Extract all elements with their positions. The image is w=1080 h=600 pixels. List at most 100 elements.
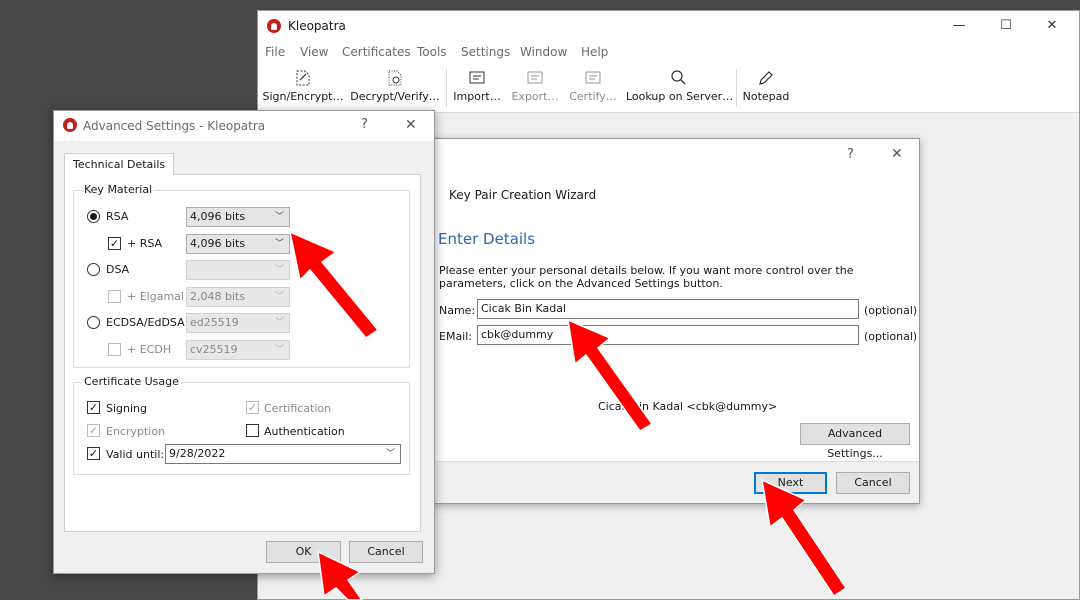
chevron-down-icon: ﹀ <box>274 292 284 302</box>
chevron-down-icon: ﹀ <box>274 318 284 328</box>
dsa-radio[interactable] <box>87 263 100 276</box>
menu-window[interactable]: Window <box>520 45 567 59</box>
tab-technical-details[interactable]: Technical Details <box>64 153 175 175</box>
export-icon <box>527 71 543 84</box>
ok-button[interactable]: OK <box>266 541 341 563</box>
main-titlebar: Kleopatra — ☐ ✕ <box>258 11 1079 41</box>
advanced-title: Advanced Settings - Kleopatra <box>83 119 266 133</box>
ecdh-curve-value: cv25519 <box>190 343 238 356</box>
wizard-title: Key Pair Creation Wizard <box>449 188 597 202</box>
wizard-help-button[interactable]: ? <box>847 147 854 162</box>
user-id-preview: Cicak Bin Kadal <cbk@dummy> <box>598 400 778 413</box>
kleopatra-logo-icon <box>63 118 77 132</box>
plus-rsa-checkbox[interactable]: ✓ <box>108 237 121 250</box>
valid-until-checkbox[interactable]: ✓ <box>87 447 100 460</box>
sign-encrypt-label: Sign/Encrypt… <box>262 90 344 103</box>
ecdh-curve-select[interactable]: cv25519 ﹀ <box>186 340 290 360</box>
next-button[interactable]: Next <box>754 472 827 494</box>
menubar: File View Certificates Tools Settings Wi… <box>258 41 1079 63</box>
export-button[interactable]: Export… <box>510 63 560 113</box>
import-label: Import… <box>453 90 501 103</box>
menu-file[interactable]: File <box>265 45 285 59</box>
menu-settings[interactable]: Settings <box>461 45 510 59</box>
ecdsa-label: ECDSA/EdDSA <box>106 316 185 329</box>
decrypt-verify-label: Decrypt/Verify… <box>350 90 440 103</box>
signing-label: Signing <box>106 402 148 415</box>
elgamal-bits-value: 2,048 bits <box>190 290 246 303</box>
wizard-heading: Enter Details <box>438 230 536 248</box>
plus-rsa-label: + RSA <box>127 237 163 250</box>
toolbar: Sign/Encrypt… Decrypt/Verify… Import… Ex… <box>258 63 1079 113</box>
decrypt-verify-icon <box>388 70 402 86</box>
wizard-close-button[interactable]: ✕ <box>891 146 903 162</box>
menu-tools[interactable]: Tools <box>417 45 447 59</box>
plus-rsa-bits-value: 4,096 bits <box>190 237 246 250</box>
email-input[interactable]: cbk@dummy <box>477 325 859 345</box>
name-input[interactable]: Cicak Bin Kadal <box>477 299 859 319</box>
import-icon <box>469 71 485 84</box>
signing-checkbox[interactable]: ✓ <box>87 401 100 414</box>
dsa-bits-select[interactable]: ﹀ <box>186 260 290 280</box>
chevron-down-icon: ﹀ <box>385 449 395 459</box>
key-material-group: Key Material RSA 4,096 bits ﹀ ✓ + RSA 4,… <box>73 183 410 368</box>
technical-details-pane: Key Material RSA 4,096 bits ﹀ ✓ + RSA 4,… <box>64 174 421 532</box>
advanced-titlebar: Advanced Settings - Kleopatra ? ✕ <box>54 111 434 141</box>
notepad-label: Notepad <box>742 90 790 103</box>
pencil-icon <box>759 71 773 85</box>
notepad-button[interactable]: Notepad <box>742 63 790 113</box>
chevron-down-icon: ﹀ <box>274 239 284 249</box>
menu-certificates[interactable]: Certificates <box>342 45 411 59</box>
key-pair-creation-wizard: ? ✕ Key Pair Creation Wizard Enter Detai… <box>430 138 920 504</box>
ecdsa-curve-select[interactable]: ed25519 ﹀ <box>186 313 290 333</box>
menu-view[interactable]: View <box>300 45 328 59</box>
email-label: EMail: <box>439 330 472 343</box>
certify-icon <box>585 71 601 84</box>
plus-rsa-bits-select[interactable]: 4,096 bits ﹀ <box>186 234 290 254</box>
certification-checkbox[interactable]: ✓ <box>246 401 259 414</box>
wizard-footer: Next Cancel <box>431 461 919 503</box>
advanced-cancel-button[interactable]: Cancel <box>349 541 423 563</box>
authentication-label: Authentication <box>264 425 345 438</box>
chevron-down-icon: ﹀ <box>274 345 284 355</box>
certify-button[interactable]: Certify… <box>568 63 618 113</box>
maximize-button[interactable]: ☐ <box>986 14 1026 38</box>
advanced-help-button[interactable]: ? <box>361 117 368 132</box>
valid-until-label: Valid until: <box>106 448 165 461</box>
lookup-on-server-button[interactable]: Lookup on Server… <box>626 63 733 113</box>
advanced-settings-dialog: Advanced Settings - Kleopatra ? ✕ Techni… <box>53 110 435 574</box>
key-material-title: Key Material <box>82 183 155 196</box>
rsa-radio[interactable] <box>87 210 100 223</box>
certificate-usage-title: Certificate Usage <box>82 375 181 388</box>
minimize-button[interactable]: — <box>939 14 979 38</box>
advanced-close-button[interactable]: ✕ <box>405 117 417 133</box>
main-window-title: Kleopatra <box>288 19 346 33</box>
email-optional-label: (optional) <box>864 330 918 343</box>
import-button[interactable]: Import… <box>452 63 502 113</box>
export-label: Export… <box>511 90 559 103</box>
rsa-label: RSA <box>106 210 129 223</box>
chevron-down-icon: ﹀ <box>274 212 284 222</box>
elgamal-bits-select[interactable]: 2,048 bits ﹀ <box>186 287 290 307</box>
elgamal-checkbox[interactable] <box>108 290 121 303</box>
toolbar-separator <box>446 69 447 107</box>
authentication-checkbox[interactable] <box>246 424 259 437</box>
ecdsa-radio[interactable] <box>87 316 100 329</box>
encryption-label: Encryption <box>106 425 166 438</box>
sign-encrypt-button[interactable]: Sign/Encrypt… <box>262 63 344 113</box>
menu-help[interactable]: Help <box>581 45 608 59</box>
encryption-checkbox[interactable]: ✓ <box>87 424 100 437</box>
advanced-settings-button[interactable]: Advanced Settings... <box>800 423 910 460</box>
wizard-cancel-button[interactable]: Cancel <box>836 472 910 494</box>
name-optional-label: (optional) <box>864 304 918 317</box>
certify-label: Certify… <box>569 90 617 103</box>
decrypt-verify-button[interactable]: Decrypt/Verify… <box>350 63 440 113</box>
valid-until-date-picker[interactable]: 9/28/2022 ﹀ <box>165 444 401 464</box>
certificate-usage-group: Certificate Usage ✓ Signing ✓ Certificat… <box>73 375 410 475</box>
rsa-bits-select[interactable]: 4,096 bits ﹀ <box>186 207 290 227</box>
ecdh-label: + ECDH <box>127 343 172 356</box>
elgamal-label: + Elgamal <box>127 290 184 303</box>
search-icon <box>671 70 686 85</box>
close-button[interactable]: ✕ <box>1032 14 1072 38</box>
ecdh-checkbox[interactable] <box>108 343 121 356</box>
name-label: Name: <box>439 304 476 317</box>
